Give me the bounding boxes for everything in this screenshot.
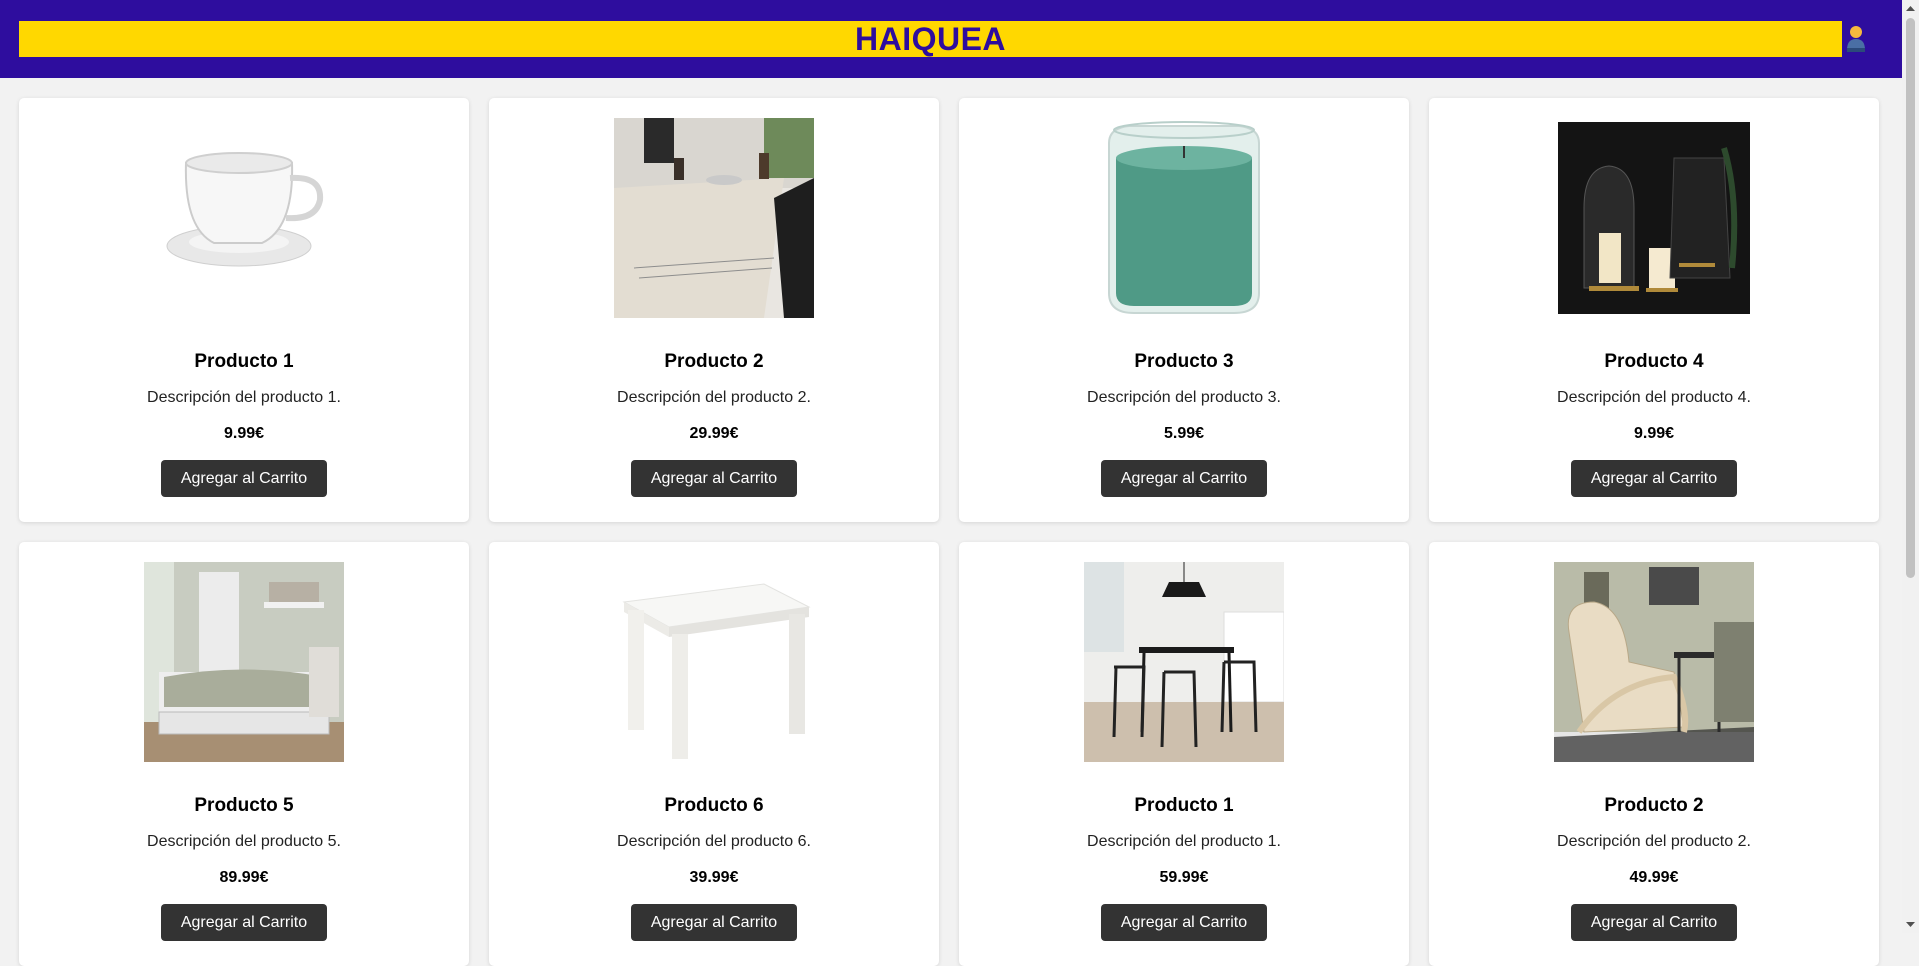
product-name: Producto 4 [1604, 351, 1704, 372]
product-grid: Producto 1 Descripción del producto 1. 9… [19, 98, 1879, 966]
product-image [1554, 118, 1754, 318]
add-to-cart-button[interactable]: Agregar al Carrito [1101, 904, 1267, 941]
add-to-cart-button[interactable]: Agregar al Carrito [1101, 460, 1267, 497]
add-to-cart-button[interactable]: Agregar al Carrito [161, 460, 327, 497]
site-title: HAIQUEA [854, 20, 1007, 57]
teacup-image [144, 118, 344, 318]
product-description: Descripción del producto 1. [147, 389, 341, 406]
product-card: Producto 6 Descripción del producto 6. 3… [489, 542, 939, 966]
product-price: 29.99€ [689, 425, 739, 442]
product-description: Descripción del producto 5. [147, 833, 341, 850]
user-avatar-icon[interactable] [1845, 24, 1867, 54]
product-name: Producto 2 [664, 351, 764, 372]
product-price: 9.99€ [1633, 425, 1675, 442]
product-card: Producto 5 Descripción del producto 5. 8… [19, 542, 469, 966]
product-name: Producto 5 [194, 795, 294, 816]
product-description: Descripción del producto 1. [1087, 833, 1281, 850]
product-image [144, 118, 344, 318]
add-to-cart-button[interactable]: Agregar al Carrito [631, 904, 797, 941]
scroll-down-icon[interactable] [1906, 920, 1915, 929]
product-name: Producto 6 [664, 795, 764, 816]
product-price: 59.99€ [1159, 869, 1209, 886]
side-table-image [614, 562, 814, 762]
vertical-scrollbar[interactable] [1902, 0, 1919, 933]
product-card: Producto 2 Descripción del producto 2. 2… [489, 98, 939, 522]
product-description: Descripción del producto 2. [1557, 833, 1751, 850]
product-price: 89.99€ [219, 869, 269, 886]
product-price: 9.99€ [223, 425, 265, 442]
site-header: HAIQUEA [0, 0, 1902, 78]
product-name: Producto 1 [194, 351, 294, 372]
product-image [1084, 118, 1284, 318]
product-card: Producto 2 Descripción del producto 2. 4… [1429, 542, 1879, 966]
title-bar: HAIQUEA [19, 21, 1842, 57]
lanterns-image [1558, 122, 1750, 314]
dining-set-image [1084, 562, 1284, 762]
product-card: Producto 1 Descripción del producto 1. 9… [19, 98, 469, 522]
product-card: Producto 3 Descripción del producto 3. 5… [959, 98, 1409, 522]
add-to-cart-button[interactable]: Agregar al Carrito [1571, 460, 1737, 497]
product-name: Producto 2 [1604, 795, 1704, 816]
bedroom-image [144, 562, 344, 762]
product-description: Descripción del producto 2. [617, 389, 811, 406]
product-image [614, 118, 814, 318]
tablecloth-image [614, 118, 814, 318]
product-card: Producto 4 Descripción del producto 4. 9… [1429, 98, 1879, 522]
product-price: 5.99€ [1163, 425, 1205, 442]
candle-jar-image [1084, 118, 1284, 318]
armchair-image [1554, 562, 1754, 762]
product-card: Producto 1 Descripción del producto 1. 5… [959, 542, 1409, 966]
scroll-up-icon[interactable] [1906, 4, 1915, 13]
add-to-cart-button[interactable]: Agregar al Carrito [1571, 904, 1737, 941]
product-description: Descripción del producto 4. [1557, 389, 1751, 406]
product-image [144, 562, 344, 762]
product-description: Descripción del producto 6. [617, 833, 811, 850]
product-name: Producto 1 [1134, 795, 1234, 816]
product-image [1554, 562, 1754, 762]
product-price: 39.99€ [689, 869, 739, 886]
product-image [614, 562, 814, 762]
product-name: Producto 3 [1134, 351, 1234, 372]
product-price: 49.99€ [1629, 869, 1679, 886]
add-to-cart-button[interactable]: Agregar al Carrito [631, 460, 797, 497]
product-image [1084, 562, 1284, 762]
scrollbar-thumb[interactable] [1906, 18, 1915, 578]
add-to-cart-button[interactable]: Agregar al Carrito [161, 904, 327, 941]
product-description: Descripción del producto 3. [1087, 389, 1281, 406]
